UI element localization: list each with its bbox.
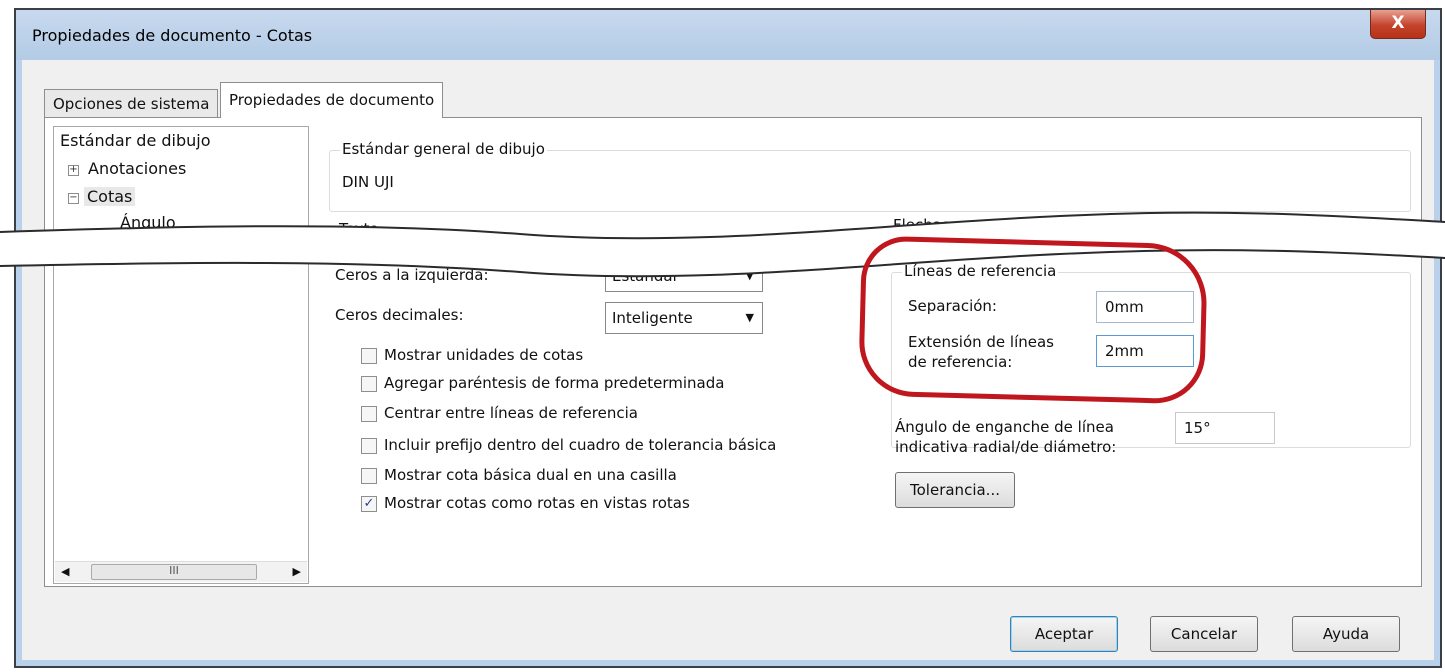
close-button[interactable]: X (1370, 10, 1426, 39)
checkbox-incluir-prefijo[interactable] (361, 438, 377, 454)
decimal-zeros-label: Ceros decimales: (335, 306, 464, 324)
scroll-right-icon[interactable]: ▶ (293, 565, 301, 578)
general-standard-group: Estándar general de dibujo DIN UJI (329, 140, 1411, 212)
window-title: Propiedades de documento - Cotas (32, 26, 313, 45)
help-button[interactable]: Ayuda (1292, 616, 1400, 652)
checkbox-label[interactable]: Agregar paréntesis de forma predetermina… (384, 374, 724, 392)
reference-lines-title: Líneas de referencia (902, 262, 1059, 280)
extension-label-line2: de referencia: (908, 353, 1013, 371)
tab-propiedades-de-documento[interactable]: Propiedades de documento (220, 82, 444, 118)
extension-label-line1: Extensión de líneas (908, 333, 1055, 351)
tree-item-angulo[interactable]: Ángulo (120, 213, 176, 232)
tolerance-button[interactable]: Tolerancia... (895, 472, 1015, 508)
title-bar[interactable]: Propiedades de documento - Cotas X (16, 10, 1440, 60)
tree-item-anotaciones[interactable]: Anotaciones (88, 159, 186, 178)
tab-opciones-de-sistema[interactable]: Opciones de sistema (44, 89, 219, 117)
general-standard-value: DIN UJI (342, 173, 394, 191)
checkbox-label[interactable]: Mostrar unidades de cotas (384, 346, 583, 364)
horizontal-scrollbar[interactable]: ◀ III ▶ (55, 561, 307, 582)
dialog-client: Opciones de sistema Propiedades de docum… (22, 60, 1434, 660)
checkbox-cotas-rotas[interactable]: ✓ (361, 496, 377, 512)
checkbox-label[interactable]: Centrar entre líneas de referencia (384, 404, 638, 422)
chevron-down-icon: ▼ (745, 269, 754, 282)
decimal-zeros-dropdown[interactable]: Inteligente ▼ (605, 302, 763, 334)
tree-item-estandar-de-dibujo[interactable]: Estándar de dibujo (60, 131, 211, 150)
snap-angle-input[interactable]: 15° (1175, 412, 1275, 444)
checkbox-label[interactable]: Mostrar cota básica dual en una casilla (384, 466, 677, 484)
leading-zeros-dropdown[interactable]: Estándar ▼ (605, 260, 763, 292)
options-tree[interactable]: Estándar de dibujo + Anotaciones − Cotas… (53, 126, 309, 584)
expand-icon[interactable]: + (68, 165, 79, 176)
tab-panel: Estándar de dibujo + Anotaciones − Cotas… (44, 117, 1422, 587)
checkbox-cota-basica-dual[interactable] (361, 468, 377, 484)
checkbox-centrar-lineas[interactable] (361, 406, 377, 422)
accept-button[interactable]: Aceptar (1010, 616, 1118, 652)
chevron-down-icon: ▼ (745, 311, 754, 324)
leading-zeros-label: Ceros a la izquierda: (335, 266, 489, 284)
checkbox-label[interactable]: Incluir prefijo dentro del cuadro de tol… (384, 436, 776, 454)
tree-item-cotas[interactable]: Cotas (84, 187, 136, 206)
extension-input[interactable]: 2mm (1096, 335, 1194, 367)
snap-angle-label-line2: indicativa radial/de diámetro: (895, 438, 1117, 456)
decimal-zeros-value: Inteligente (612, 309, 693, 327)
gap-label: Separación: (908, 297, 997, 315)
scroll-left-icon[interactable]: ◀ (61, 565, 69, 578)
flechas-section-title: Flechas (893, 216, 950, 234)
snap-angle-label-line1: Ángulo de enganche de línea (895, 418, 1114, 436)
gap-input[interactable]: 0mm (1096, 291, 1194, 323)
checkbox-label[interactable]: Mostrar cotas como rotas en vistas rotas (384, 494, 690, 512)
texto-section-title: Texto (339, 220, 379, 238)
check-mark-icon: ✓ (363, 496, 375, 511)
dialog-window: Propiedades de documento - Cotas X Opcio… (14, 8, 1442, 668)
collapse-icon[interactable]: − (68, 193, 79, 204)
checkbox-mostrar-unidades[interactable] (361, 348, 377, 364)
cancel-button[interactable]: Cancelar (1150, 616, 1258, 652)
checkbox-agregar-parentesis[interactable] (361, 376, 377, 392)
leading-zeros-value: Estándar (612, 267, 679, 285)
general-standard-title: Estándar general de dibujo (340, 140, 547, 158)
scroll-thumb[interactable]: III (91, 564, 257, 580)
